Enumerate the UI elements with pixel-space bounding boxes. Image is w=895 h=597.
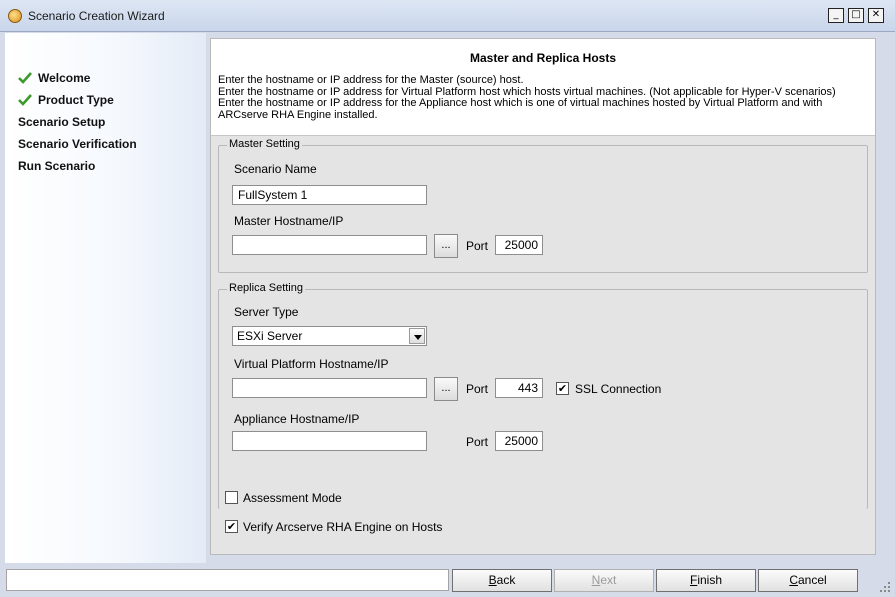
page-description: Enter the hostname or IP address for the… [218, 74, 868, 121]
group-legend: Replica Setting [227, 282, 305, 294]
appliance-hostname-input[interactable] [232, 431, 427, 451]
step-label: Welcome [38, 71, 91, 85]
appliance-hostname-label: Appliance Hostname/IP [234, 412, 360, 426]
scenario-name-label: Scenario Name [234, 162, 317, 176]
cancel-button[interactable]: Cancel [758, 569, 858, 592]
chevron-down-icon[interactable] [409, 328, 425, 344]
server-type-select[interactable]: ESXi Server [232, 326, 427, 346]
ssl-connection-label: SSL Connection [575, 382, 662, 396]
verify-engine-label: Verify Arcserve RHA Engine on Hosts [243, 520, 443, 534]
close-button[interactable]: ✕ [868, 8, 884, 23]
virtual-platform-browse-button[interactable]: ... [434, 377, 458, 401]
assessment-mode-checkbox[interactable] [225, 491, 238, 504]
button-label: ancel [797, 573, 827, 587]
master-browse-button[interactable]: ... [434, 234, 458, 258]
app-icon [8, 9, 22, 23]
title-bar: Scenario Creation Wizard _ □ ✕ [0, 0, 895, 32]
assessment-mode-label: Assessment Mode [243, 491, 342, 505]
master-hostname-label: Master Hostname/IP [234, 214, 344, 228]
virtual-platform-port-input[interactable]: 443 [495, 378, 543, 398]
mnemonic: C [789, 573, 798, 587]
page-header: Master and Replica Hosts Enter the hostn… [211, 39, 875, 136]
next-button[interactable]: Next [554, 569, 654, 592]
verify-engine-checkbox[interactable]: ✔ [225, 520, 238, 533]
finish-button[interactable]: Finish [656, 569, 756, 592]
description-line: Enter the hostname or IP address for the… [218, 97, 823, 121]
virtual-platform-input[interactable] [232, 378, 427, 398]
button-label: inish [697, 573, 723, 587]
master-hostname-input[interactable] [232, 235, 427, 255]
step-scenario-verification[interactable]: Scenario Verification [18, 137, 137, 151]
mnemonic: B [488, 573, 497, 587]
master-setting-group: Master Setting Scenario Name FullSystem … [218, 138, 868, 273]
step-scenario-setup[interactable]: Scenario Setup [18, 115, 105, 129]
status-field [6, 569, 449, 591]
master-port-label: Port [466, 239, 489, 253]
bottom-bar: Back Next Finish Cancel [0, 563, 895, 597]
virtual-platform-label: Virtual Platform Hostname/IP [234, 357, 389, 371]
step-label: Scenario Setup [18, 115, 106, 129]
resize-grip-icon[interactable] [879, 581, 891, 593]
window-title: Scenario Creation Wizard [28, 9, 165, 23]
back-button[interactable]: Back [452, 569, 552, 592]
step-label: Product Type [38, 93, 114, 107]
page-title: Master and Replica Hosts [469, 51, 617, 65]
checkmark-icon [18, 72, 32, 84]
server-type-value: ESXi Server [237, 329, 303, 343]
replica-setting-group: Replica Setting Server Type ESXi Server … [218, 282, 868, 509]
master-port-input[interactable]: 25000 [495, 235, 543, 255]
button-label: ack [496, 573, 516, 587]
checkmark-icon [18, 94, 32, 106]
step-label: Scenario Verification [18, 137, 137, 151]
step-run-scenario[interactable]: Run Scenario [18, 159, 95, 173]
ssl-connection-checkbox[interactable]: ✔ [556, 382, 569, 395]
appliance-port-label: Port [466, 435, 489, 449]
maximize-button[interactable]: □ [848, 8, 864, 23]
minimize-button[interactable]: _ [828, 8, 844, 23]
step-product-type[interactable]: Product Type [18, 93, 114, 107]
wizard-steps-sidebar: Welcome Product Type Scenario Setup Scen… [5, 33, 206, 563]
button-label: ext [600, 573, 617, 587]
step-label: Run Scenario [18, 159, 96, 173]
server-type-label: Server Type [234, 305, 299, 319]
virtual-platform-port-label: Port [466, 382, 489, 396]
description-line: Enter the hostname or IP address for the… [218, 74, 524, 86]
main-panel: Master and Replica Hosts Enter the hostn… [210, 38, 876, 555]
appliance-port-input[interactable]: 25000 [495, 431, 543, 451]
scenario-name-input[interactable]: FullSystem 1 [232, 185, 427, 205]
group-legend: Master Setting [227, 138, 302, 150]
step-welcome[interactable]: Welcome [18, 71, 90, 85]
